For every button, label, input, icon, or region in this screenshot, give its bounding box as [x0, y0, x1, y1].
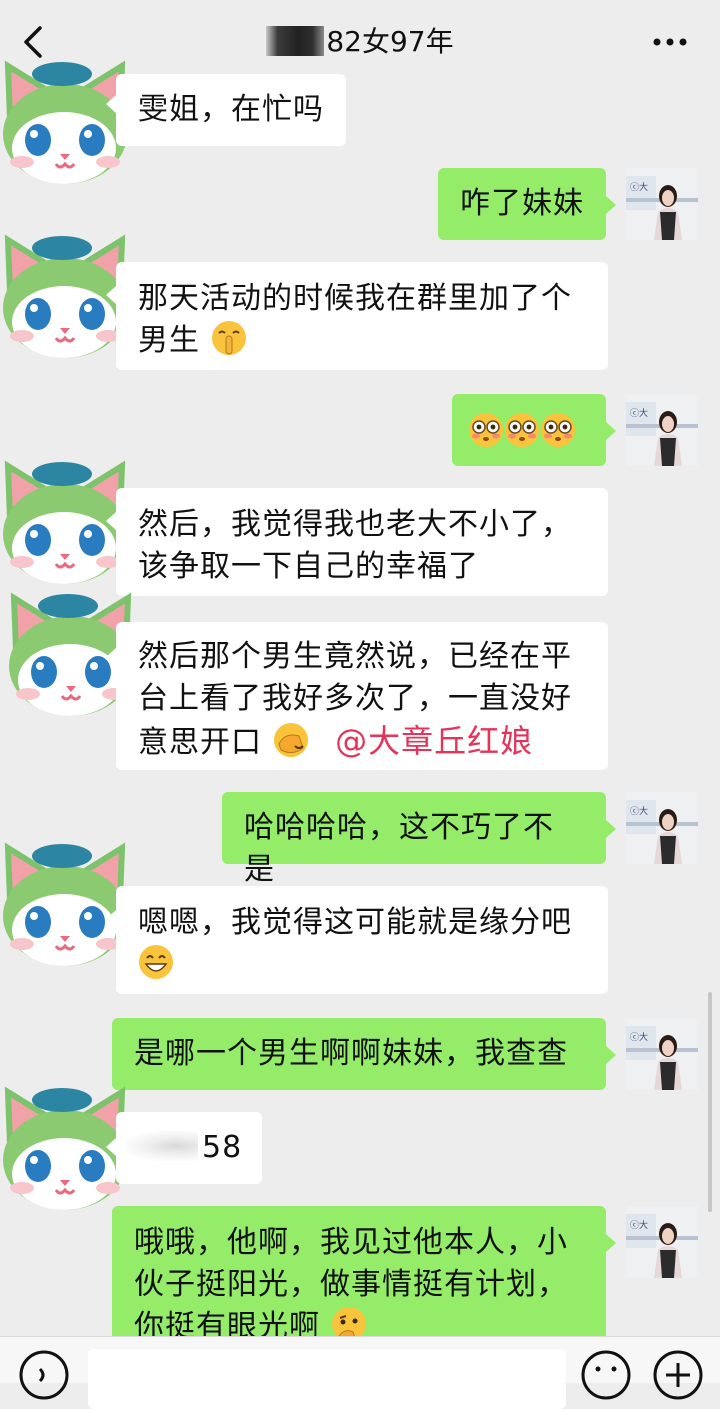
redacted-name: [266, 26, 325, 56]
flushed-face-icon: [504, 412, 540, 448]
my-avatar[interactable]: [626, 1018, 698, 1090]
bubble-tail: [106, 910, 116, 928]
bubble-tail: [606, 422, 616, 440]
message-text: 哈哈哈哈，这不巧了不是: [244, 810, 554, 887]
bubble-tail: [606, 1046, 616, 1064]
message-bubble[interactable]: 嗯嗯，我觉得这可能就是缘分吧: [116, 886, 608, 994]
message-bubble[interactable]: 哦哦，他啊，我见过他本人，小伙子挺阳光，做事情挺有计划，你挺有眼光啊: [112, 1206, 606, 1344]
message-text: 嗯嗯，我觉得这可能就是缘分吧: [138, 905, 572, 940]
bubble-tail: [106, 1138, 116, 1156]
message-bubble[interactable]: 58: [116, 1112, 262, 1184]
message-bubble[interactable]: 咋了妹妹: [438, 168, 606, 240]
bubble-tail: [606, 196, 616, 214]
message-text: 58: [202, 1130, 243, 1165]
bubble-tail: [106, 286, 116, 304]
flushed-face-icon: [540, 412, 576, 448]
shush-face-icon: [211, 321, 246, 355]
bubble-tail: [106, 512, 116, 530]
bubble-tail: [106, 95, 116, 113]
grinning-face-icon: [139, 945, 173, 979]
my-avatar[interactable]: [626, 394, 698, 466]
voice-icon[interactable]: [18, 1349, 70, 1401]
message-text: 雯姐，在忙吗: [138, 92, 324, 127]
redacted-number: [126, 1131, 198, 1161]
scrollbar[interactable]: [708, 992, 712, 1212]
flushed-face-icon: [468, 412, 504, 448]
message-text: 那天活动的时候我在群里加了个男生: [138, 281, 572, 358]
message-bubble[interactable]: [452, 394, 606, 466]
my-avatar[interactable]: [626, 792, 698, 864]
message-bubble[interactable]: 哈哈哈哈，这不巧了不是: [222, 792, 606, 887]
message-bubble[interactable]: 那天活动的时候我在群里加了个男生: [116, 262, 608, 370]
message-bubble[interactable]: 然后，我觉得我也老大不小了，该争取一下自己的幸福了: [116, 488, 608, 596]
bubble-tail: [606, 1234, 616, 1252]
bubble-tail: [606, 820, 616, 838]
input-bar: [0, 1336, 720, 1409]
my-avatar[interactable]: [626, 1206, 698, 1278]
message-bubble[interactable]: 然后那个男生竟然说，已经在平台上看了我好多次了，一直没好意思开口 @大章丘红娘: [116, 622, 608, 770]
chat-title-text: 82女97年: [326, 25, 454, 58]
message-input[interactable]: [88, 1349, 566, 1409]
mention-link[interactable]: @大章丘红娘: [335, 722, 533, 760]
cat-avatar[interactable]: [0, 58, 130, 188]
bubble-tail: [106, 648, 116, 666]
message-bubble[interactable]: 是哪一个男生啊啊妹妹，我查查: [112, 1018, 606, 1090]
more-icon[interactable]: [652, 36, 688, 48]
plus-icon[interactable]: [652, 1349, 704, 1401]
cat-avatar[interactable]: [0, 840, 130, 970]
chat-title: 82女97年: [0, 22, 720, 62]
emoji-icon[interactable]: [580, 1349, 632, 1401]
my-avatar[interactable]: [626, 168, 698, 240]
message-text: 咋了妹妹: [460, 186, 584, 221]
message-text: 是哪一个男生啊啊妹妹，我查查: [134, 1036, 568, 1071]
message-bubble[interactable]: 雯姐，在忙吗: [116, 74, 346, 146]
facepalm-icon: [273, 723, 308, 757]
message-text: 然后，我觉得我也老大不小了，该争取一下自己的幸福了: [138, 507, 572, 584]
